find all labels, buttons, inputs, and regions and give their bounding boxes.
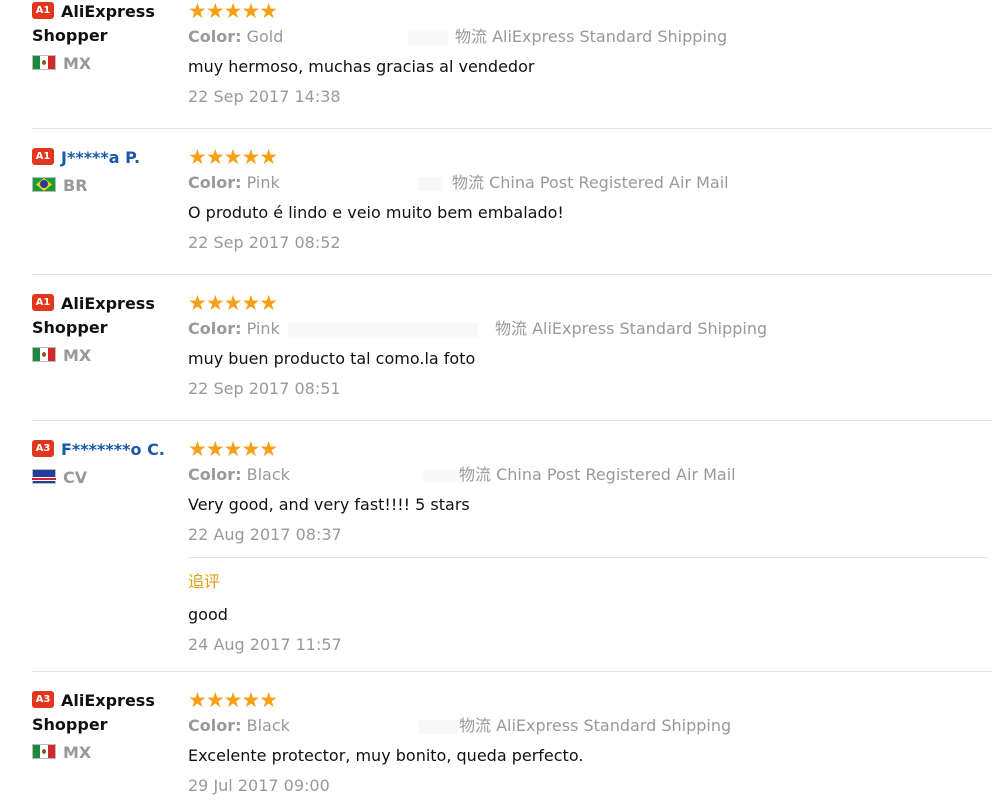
reviewer-country: BR (32, 176, 182, 196)
color-label: Color: (188, 27, 242, 46)
reviewer-info: A1 AliExpress Shopper MX (32, 292, 182, 366)
review-meta: Color: Pink 物流 AliExpress Standard Shipp… (188, 314, 988, 344)
reviewer-info: A3 AliExpress Shopper MX (32, 689, 182, 763)
buyer-level-badge: A1 (32, 2, 54, 19)
reviewer-name-link[interactable]: A3 F*******o C. (32, 438, 182, 462)
followup-date: 24 Aug 2017 11:57 (188, 635, 342, 654)
redacted-region (418, 177, 443, 191)
reviewer-name: A1 AliExpress (32, 0, 182, 24)
review-meta: Color: Pink 物流 China Post Registered Air… (188, 168, 988, 198)
review-divider (32, 274, 992, 275)
reviewer-country: CV (32, 468, 182, 488)
mexico-flag-icon (32, 347, 56, 362)
review-content: ★★★★★ Color: Black 物流 China Post Registe… (188, 438, 988, 660)
reviewer-name: A1 AliExpress (32, 292, 182, 316)
redacted-region (288, 323, 478, 337)
review-date: 22 Sep 2017 08:51 (188, 379, 341, 398)
color-label: Color: (188, 173, 242, 192)
shipping-method: 物流 AliExpress Standard Shipping (459, 716, 732, 735)
redacted-region (408, 31, 448, 45)
review-content: ★★★★★ Color: Pink 物流 China Post Register… (188, 146, 988, 258)
buyer-level-badge: A1 (32, 294, 54, 311)
country-code: MX (63, 54, 92, 73)
shipping-method: 物流 China Post Registered Air Mail (452, 173, 729, 192)
country-code: MX (63, 346, 92, 365)
star-rating: ★★★★★ (188, 145, 278, 169)
review-comment: muy buen producto tal como.la foto (188, 349, 476, 368)
review-comment: Very good, and very fast!!!! 5 stars (188, 495, 470, 514)
mexico-flag-icon (32, 55, 56, 70)
reviewer-name-line2: Shopper (32, 318, 108, 337)
country-code: MX (63, 743, 92, 762)
reviewer-name-line1: AliExpress (61, 691, 155, 710)
star-rating: ★★★★★ (188, 437, 278, 461)
review-content: ★★★★★ Color: Black 物流 AliExpress Standar… (188, 689, 988, 801)
buyer-level-badge: A3 (32, 691, 54, 708)
color-value: Gold (246, 27, 284, 46)
review-comment: muy hermoso, muchas gracias al vendedor (188, 57, 535, 76)
reviewer-name-line1[interactable]: F*******o C. (61, 440, 165, 459)
review-date: 22 Sep 2017 08:52 (188, 233, 341, 252)
reviewer-name-line1: AliExpress (61, 2, 155, 21)
review-content: ★★★★★ Color: Gold 物流 AliExpress Standard… (188, 0, 988, 112)
review-content: ★★★★★ Color: Pink 物流 AliExpress Standard… (188, 292, 988, 404)
star-rating: ★★★★★ (188, 291, 278, 315)
country-code: BR (63, 176, 88, 195)
review-meta: Color: Black 物流 AliExpress Standard Ship… (188, 711, 988, 741)
review-divider (32, 420, 992, 421)
review-date: 22 Aug 2017 08:37 (188, 525, 342, 544)
reviewer-info: A3 F*******o C. CV (32, 438, 182, 488)
star-rating: ★★★★★ (188, 0, 278, 23)
reviewer-country: MX (32, 54, 182, 74)
color-label: Color: (188, 319, 242, 338)
color-value: Black (246, 465, 290, 484)
review-date: 29 Jul 2017 09:00 (188, 776, 330, 795)
reviewer-name-link[interactable]: A1 J*****a P. (32, 146, 182, 170)
reviewer-name-line2: Shopper (32, 715, 108, 734)
redacted-region (418, 720, 458, 734)
reviewer-country: MX (32, 346, 182, 366)
shipping-method: 物流 AliExpress Standard Shipping (495, 319, 768, 338)
color-label: Color: (188, 465, 242, 484)
mexico-flag-icon (32, 744, 56, 759)
reviewer-country: MX (32, 743, 182, 763)
color-label: Color: (188, 716, 242, 735)
followup-label: 追评 (188, 572, 221, 591)
shipping-method: 物流 China Post Registered Air Mail (459, 465, 736, 484)
reviewer-name: A3 AliExpress (32, 689, 182, 713)
followup-comment: good (188, 605, 228, 624)
review-divider (32, 671, 992, 672)
shipping-method: 物流 AliExpress Standard Shipping (455, 27, 728, 46)
review-meta: Color: Gold 物流 AliExpress Standard Shipp… (188, 22, 988, 52)
review-meta: Color: Black 物流 China Post Registered Ai… (188, 460, 988, 490)
cape-verde-flag-icon (32, 469, 56, 484)
color-value: Pink (246, 319, 280, 338)
redacted-region (423, 469, 463, 483)
reviewer-info: A1 AliExpress Shopper MX (32, 0, 182, 74)
review-divider (32, 128, 992, 129)
reviewer-name-line1[interactable]: J*****a P. (61, 148, 140, 167)
review-comment: O produto é lindo e veio muito bem embal… (188, 203, 564, 222)
reviewer-name-line1: AliExpress (61, 294, 155, 313)
star-rating: ★★★★★ (188, 688, 278, 712)
buyer-level-badge: A1 (32, 148, 54, 165)
followup-divider (188, 557, 988, 558)
review-date: 22 Sep 2017 14:38 (188, 87, 341, 106)
country-code: CV (63, 468, 88, 487)
buyer-level-badge: A3 (32, 440, 54, 457)
color-value: Black (246, 716, 290, 735)
color-value: Pink (246, 173, 280, 192)
review-comment: Excelente protector, muy bonito, queda p… (188, 746, 584, 765)
reviewer-info: A1 J*****a P. BR (32, 146, 182, 196)
brazil-flag-icon (32, 177, 56, 192)
reviewer-name-line2: Shopper (32, 26, 108, 45)
